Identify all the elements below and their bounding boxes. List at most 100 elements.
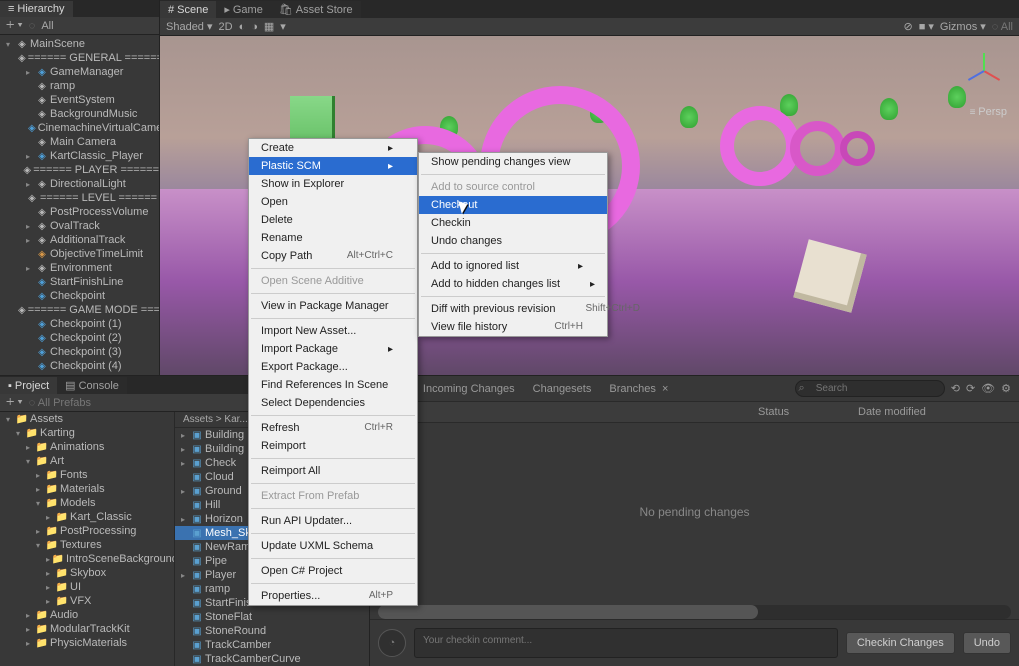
tab-console[interactable]: ▤Console	[57, 377, 127, 394]
hierarchy-item[interactable]: ◈CinemachineVirtualCamera	[0, 121, 159, 135]
folder-item[interactable]: ▾📁Textures	[0, 538, 174, 552]
hierarchy-item[interactable]: ▸◈OvalTrack	[0, 219, 159, 233]
folder-item[interactable]: ▸📁PhysicMaterials	[0, 636, 174, 650]
col-status[interactable]: Status	[758, 406, 858, 418]
menu-item[interactable]: Checkout	[419, 196, 607, 214]
hierarchy-item[interactable]: ◈Main Camera	[0, 135, 159, 149]
orientation-gizmo[interactable]	[964, 51, 1004, 91]
hierarchy-item[interactable]: ◈====== GAME MODE ======	[0, 303, 159, 317]
toolbar-icon[interactable]: ■ ▾	[919, 20, 934, 33]
menu-item[interactable]: Undo changes	[419, 232, 607, 250]
undo-button[interactable]: Undo	[963, 632, 1011, 654]
folder-item[interactable]: ▸📁Fonts	[0, 468, 174, 482]
menu-item[interactable]: Open C# Project	[249, 562, 417, 580]
folder-item[interactable]: ▸📁PostProcessing	[0, 524, 174, 538]
tab-project[interactable]: ▪Project	[0, 377, 57, 394]
eye-icon[interactable]: 👁	[981, 382, 995, 395]
scm-tab-incoming[interactable]: Incoming Changes	[423, 383, 515, 395]
mode-2d[interactable]: 2D	[219, 21, 233, 33]
menu-item[interactable]: View in Package Manager	[249, 297, 417, 315]
hierarchy-item[interactable]: ◈Checkpoint	[0, 289, 159, 303]
menu-item[interactable]: Plastic SCM	[249, 157, 417, 175]
menu-item[interactable]: Copy PathAlt+Ctrl+C	[249, 247, 417, 265]
shading-dropdown[interactable]: Shaded ▾	[166, 20, 213, 33]
hierarchy-item[interactable]: ▸◈Environment	[0, 261, 159, 275]
toolbar-icon[interactable]: ▦	[264, 20, 274, 33]
assets-root[interactable]: ▾📁Assets	[0, 412, 174, 426]
folder-item[interactable]: ▸📁Skybox	[0, 566, 174, 580]
hierarchy-item[interactable]: ◈BackgroundMusic	[0, 107, 159, 121]
reload-icon[interactable]: ⟲	[951, 382, 960, 395]
menu-item[interactable]: Show pending changes view	[419, 153, 607, 171]
hierarchy-search[interactable]: All	[41, 20, 153, 32]
gizmos-dropdown[interactable]: Gizmos ▾	[940, 20, 986, 33]
menu-item[interactable]: Show in Explorer	[249, 175, 417, 193]
scene-root[interactable]: ▾◈MainScene	[0, 37, 159, 51]
hierarchy-item[interactable]: ◈Checkpoint (4)	[0, 359, 159, 373]
folder-item[interactable]: ▸📁Animations	[0, 440, 174, 454]
hierarchy-item[interactable]: ◈====== GENERAL ======	[0, 51, 159, 65]
project-search[interactable]: ◌ All Prefabs	[29, 397, 91, 409]
hierarchy-item[interactable]: ◈StartFinishLine	[0, 275, 159, 289]
gear-icon[interactable]: ⚙	[1001, 382, 1011, 395]
folder-item[interactable]: ▾📁Karting	[0, 426, 174, 440]
hierarchy-item[interactable]: ▸◈DirectionalLight	[0, 177, 159, 191]
hierarchy-item[interactable]: ◈ramp	[0, 79, 159, 93]
col-date[interactable]: Date modified	[858, 406, 1011, 418]
hierarchy-item[interactable]: ◈EventSystem	[0, 93, 159, 107]
menu-item[interactable]: Add to hidden changes list	[419, 275, 607, 293]
hierarchy-item[interactable]: ◈ObjectiveTimeLimit	[0, 247, 159, 261]
hierarchy-item[interactable]: ◈Checkpoint (2)	[0, 331, 159, 345]
menu-item[interactable]: Create	[249, 139, 417, 157]
menu-item[interactable]: Add to ignored list	[419, 257, 607, 275]
tab-scene[interactable]: #Scene	[160, 1, 216, 18]
folder-item[interactable]: ▸📁VFX	[0, 594, 174, 608]
menu-item[interactable]: Open	[249, 193, 417, 211]
folder-item[interactable]: ▾📁Models	[0, 496, 174, 510]
menu-item[interactable]: Reimport	[249, 437, 417, 455]
checkin-comment[interactable]: Your checkin comment...	[414, 628, 838, 658]
menu-item[interactable]: Properties...Alt+P	[249, 587, 417, 605]
tab-assetstore[interactable]: 🛍Asset Store	[271, 1, 361, 18]
menu-item[interactable]: RefreshCtrl+R	[249, 419, 417, 437]
close-icon[interactable]: ×	[662, 383, 668, 395]
hierarchy-item[interactable]: ◈PostProcessVolume	[0, 205, 159, 219]
menu-item[interactable]: Update UXML Schema	[249, 537, 417, 555]
scene-search[interactable]: ◌ All	[992, 21, 1013, 33]
scm-tab-changesets[interactable]: Changesets	[533, 383, 592, 395]
project-add[interactable]: 🞣 ▾	[6, 396, 23, 409]
file-item[interactable]: ▣StoneRound	[175, 624, 369, 638]
menu-item[interactable]: Rename	[249, 229, 417, 247]
menu-item[interactable]: Export Package...	[249, 358, 417, 376]
hierarchy-tab[interactable]: ≡Hierarchy	[0, 1, 73, 17]
menu-item[interactable]: View file historyCtrl+H	[419, 318, 607, 336]
menu-item[interactable]: Diff with previous revisionShift+Ctrl+D	[419, 300, 607, 318]
file-item[interactable]: ▣TrackCamber	[175, 638, 369, 652]
folder-item[interactable]: ▸📁UI	[0, 580, 174, 594]
scm-tab-branches[interactable]: Branches ×	[609, 383, 668, 395]
hierarchy-item[interactable]: ◈====== PLAYER ======	[0, 163, 159, 177]
menu-item[interactable]: Checkin	[419, 214, 607, 232]
folder-item[interactable]: ▸📁Kart_Classic	[0, 510, 174, 524]
hierarchy-item[interactable]: ◈Checkpoint (3)	[0, 345, 159, 359]
menu-item[interactable]: Import New Asset...	[249, 322, 417, 340]
menu-item[interactable]: Run API Updater...	[249, 512, 417, 530]
scm-search-input[interactable]	[795, 380, 945, 397]
tab-game[interactable]: ▸Game	[216, 1, 271, 18]
hierarchy-item[interactable]: ◈Checkpoint (1)	[0, 317, 159, 331]
file-item[interactable]: ▣TrackCamberCurve	[175, 652, 369, 666]
menu-item[interactable]: Select Dependencies	[249, 394, 417, 412]
col-item[interactable]: Item	[378, 406, 758, 418]
hierarchy-item[interactable]: ▸◈AdditionalTrack	[0, 233, 159, 247]
folder-item[interactable]: ▸📁Materials	[0, 482, 174, 496]
toolbar-icon[interactable]: ◐	[239, 21, 246, 33]
hierarchy-item[interactable]: ◈====== LEVEL ======	[0, 191, 159, 205]
folder-item[interactable]: ▸📁IntroSceneBackgrounds	[0, 552, 174, 566]
hierarchy-item[interactable]: ▸◈GameManager	[0, 65, 159, 79]
persp-label[interactable]: ≡ Persp	[970, 106, 1007, 118]
folder-item[interactable]: ▸📁ModularTrackKit	[0, 622, 174, 636]
search-icon[interactable]: 🞣 ▾	[6, 19, 23, 32]
toolbar-icon[interactable]: ⊘	[903, 20, 912, 33]
reload-icon[interactable]: ⟳	[966, 382, 975, 395]
checkin-button[interactable]: Checkin Changes	[846, 632, 955, 654]
